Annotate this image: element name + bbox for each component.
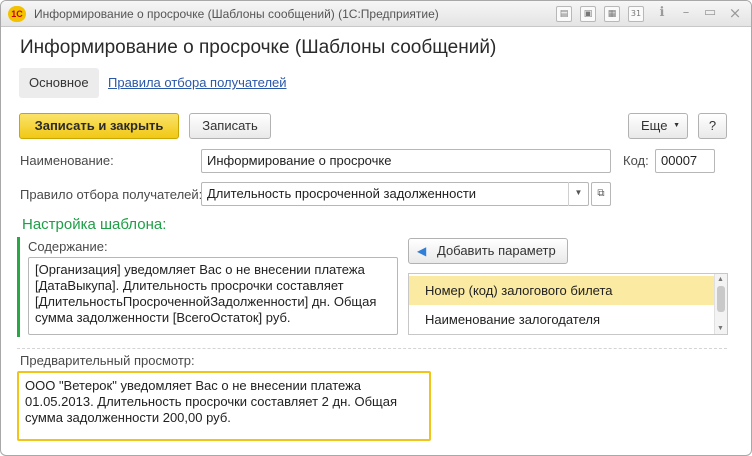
code-field[interactable]: 00007 — [655, 149, 715, 173]
save-button[interactable]: Записать — [189, 113, 271, 139]
content-line: [Организация] уведомляет Вас о не внесен… — [35, 262, 365, 277]
name-field[interactable]: Информирование о просрочке — [201, 149, 611, 173]
scroll-up-icon[interactable]: ▲ — [717, 276, 725, 283]
window-title: Информирование о просрочке (Шаблоны сооб… — [34, 7, 439, 21]
form-window: 1С Информирование о просрочке (Шаблоны с… — [0, 0, 752, 456]
preview-line: 01.05.2013. Длительность просрочки соста… — [25, 394, 398, 409]
divider — [17, 348, 727, 349]
close-icon[interactable]: × — [727, 6, 743, 22]
template-section-title: Настройка шаблона: — [22, 216, 167, 233]
tab-recipient-rules[interactable]: Правила отбора получателей — [98, 68, 297, 98]
add-parameter-button[interactable]: ◀ Добавить параметр — [408, 238, 568, 264]
preview-line: сумма задолженности 200,00 руб. — [25, 410, 231, 425]
content-textarea[interactable]: [Организация] уведомляет Вас о не внесен… — [28, 257, 398, 335]
scroll-thumb[interactable] — [717, 286, 725, 312]
preview-box: ООО "Ветерок" уведомляет Вас о не внесен… — [17, 371, 431, 441]
help-button[interactable]: ? — [698, 113, 727, 139]
rule-label: Правило отбора получателей: — [20, 187, 203, 202]
dropdown-arrow-icon: ▼ — [673, 122, 680, 129]
content-label: Содержание: — [28, 239, 108, 254]
rule-select[interactable]: Длительность просроченной задолженности — [201, 182, 589, 206]
1c-logo-icon: 1С — [8, 6, 26, 22]
save-icon[interactable]: ▣ — [580, 6, 596, 22]
title-bar: 1С Информирование о просрочке (Шаблоны с… — [1, 1, 751, 27]
rule-value: Длительность просроченной задолженности — [207, 186, 477, 201]
scrollbar[interactable]: ▲ ▼ — [714, 274, 727, 334]
more-button[interactable]: Еще ▼ — [628, 113, 688, 139]
scroll-down-icon[interactable]: ▼ — [717, 325, 725, 332]
parameter-list[interactable]: Номер (код) залогового билета Наименован… — [408, 273, 728, 335]
preview-label: Предварительный просмотр: — [20, 353, 195, 368]
text-icon[interactable]: ℹ — [654, 6, 670, 22]
save-and-close-button[interactable]: Записать и закрыть — [19, 113, 179, 139]
print-icon[interactable]: ▤ — [556, 6, 572, 22]
content-line: [ДлительностьПросроченнойЗадолженности] … — [35, 294, 377, 309]
minimize-icon[interactable]: – — [678, 6, 694, 22]
preview-line: ООО "Ветерок" уведомляет Вас о не внесен… — [25, 378, 362, 393]
name-label: Наименование: — [20, 153, 114, 168]
rule-dropdown-icon[interactable]: ▼ — [568, 182, 588, 206]
section-bar — [17, 237, 20, 337]
calendar-icon[interactable]: ▦ — [604, 6, 620, 22]
maximize-icon[interactable]: ▭ — [702, 6, 718, 22]
page-title: Информирование о просрочке (Шаблоны сооб… — [20, 37, 497, 58]
content-line: [ДатаВыкупа]. Длительность просрочки сос… — [35, 278, 344, 293]
arrow-left-icon: ◀ — [417, 244, 427, 258]
list-item[interactable]: Номер (код) залогового билета — [409, 276, 715, 305]
add-parameter-label: Добавить параметр — [437, 243, 556, 258]
tab-main[interactable]: Основное — [19, 68, 99, 98]
more-label: Еще — [641, 118, 668, 133]
calendar31-icon[interactable]: 31 — [628, 6, 644, 22]
open-rule-icon[interactable]: ⧉ — [591, 182, 611, 206]
content-line: сумма задолженности [ВсегоОстаток] руб. — [35, 310, 291, 325]
list-item[interactable]: Наименование залогодателя — [409, 305, 715, 334]
code-label: Код: — [623, 153, 649, 168]
